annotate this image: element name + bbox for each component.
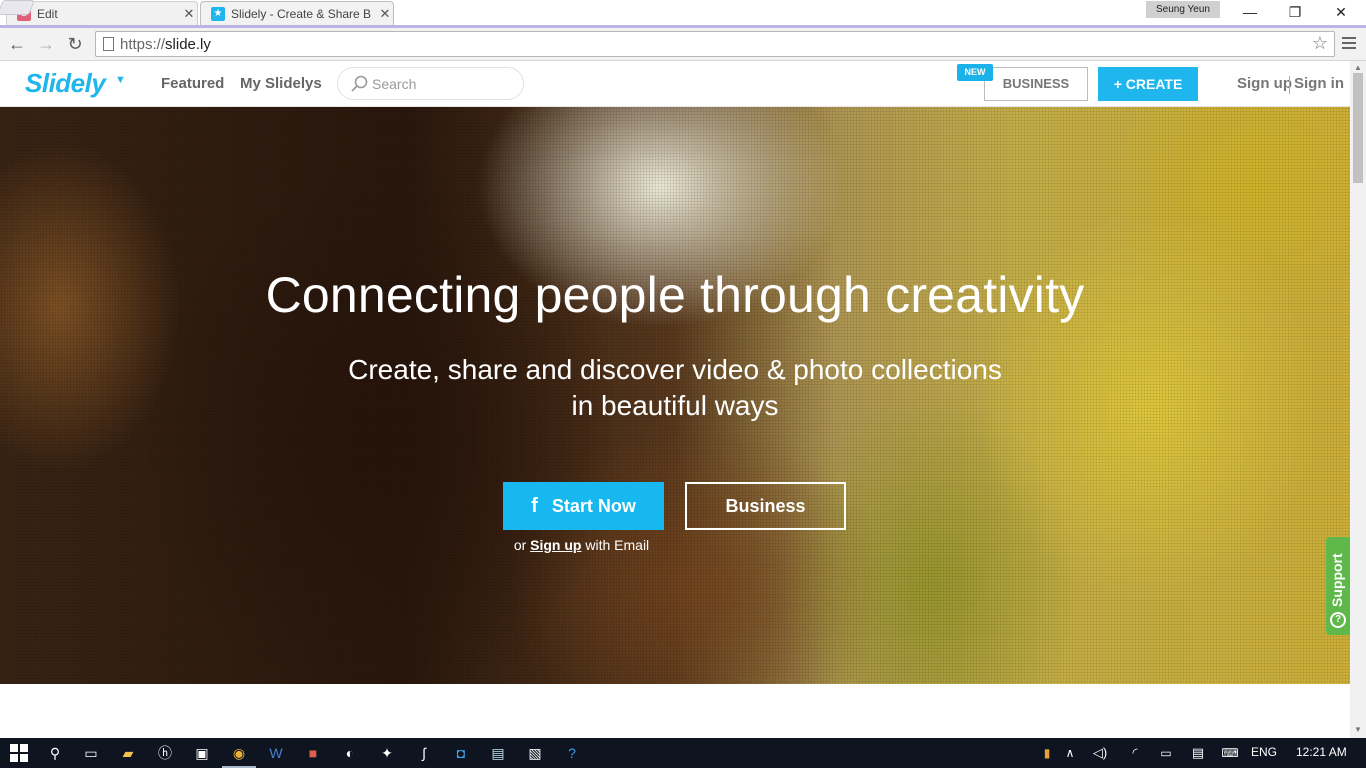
app-icon[interactable]: ∫: [413, 742, 435, 764]
email-signup-text: or Sign up with Email: [513, 537, 650, 553]
page-icon: [103, 37, 114, 51]
tab-close-icon[interactable]: ✕: [181, 6, 197, 22]
url-text: https://slide.ly: [120, 36, 211, 53]
page-scrollbar[interactable]: ▲ ▼: [1350, 61, 1366, 738]
business-button[interactable]: BUSINESS: [984, 67, 1088, 101]
site-header: Slidely ▼ Featured My Slidelys BUSINESS …: [0, 61, 1350, 107]
new-tab-button[interactable]: [0, 0, 35, 15]
chevron-down-icon[interactable]: ▼: [115, 74, 126, 86]
start-icon[interactable]: [8, 742, 30, 764]
task-view-icon[interactable]: ▭: [80, 742, 102, 764]
hero-subtitle: Create, share and discover video & photo…: [348, 354, 1002, 385]
wifi-icon[interactable]: ◜: [1124, 742, 1146, 764]
chrome-icon[interactable]: ◉: [222, 742, 256, 768]
hero-subtitle: in beautiful ways: [571, 390, 779, 421]
battery-icon[interactable]: ▭: [1155, 742, 1177, 764]
create-button[interactable]: + CREATE: [1098, 67, 1198, 101]
browser-title-bar: S Edit ✕ ★ Slidely - Create & Share B ✕ …: [0, 0, 1366, 25]
paint-icon[interactable]: ■: [302, 742, 324, 764]
chrome-menu-icon[interactable]: [1340, 34, 1358, 52]
slidely-logo[interactable]: Slidely: [25, 68, 106, 99]
tray-app-icon[interactable]: ▮: [1036, 742, 1058, 764]
restore-button[interactable]: ❐: [1272, 0, 1318, 24]
help-icon: ?: [1330, 612, 1346, 628]
scroll-thumb[interactable]: [1353, 73, 1363, 183]
nav-my-slidelys[interactable]: My Slidelys: [240, 75, 322, 92]
volume-icon[interactable]: ◁): [1089, 742, 1111, 764]
email-sign-up-link[interactable]: Sign up: [530, 537, 581, 553]
new-badge: NEW: [957, 64, 993, 81]
tab-title: Edit: [37, 6, 58, 21]
file-explorer-icon[interactable]: ▰: [117, 742, 139, 764]
start-now-label: Start Now: [551, 495, 636, 516]
scroll-up-icon[interactable]: ▲: [1354, 63, 1362, 72]
minimize-button[interactable]: —: [1227, 0, 1273, 24]
keyboard-icon[interactable]: ⌨: [1219, 742, 1241, 764]
sign-up-link[interactable]: Sign up: [1237, 75, 1292, 92]
sign-in-link[interactable]: Sign in: [1294, 75, 1344, 92]
app-icon[interactable]: ◐: [339, 742, 361, 764]
business-hero-button[interactable]: Business: [685, 482, 846, 530]
forward-button[interactable]: →: [34, 32, 58, 56]
back-button[interactable]: ←: [5, 32, 29, 56]
chevron-up-icon[interactable]: ∧: [1059, 742, 1081, 764]
support-tab[interactable]: Support ?: [1326, 537, 1350, 635]
search-icon: [351, 75, 368, 92]
reload-button[interactable]: ↻: [63, 32, 87, 56]
tab-title: Slidely - Create & Share B: [231, 6, 372, 21]
slidely-page: Slidely ▼ Featured My Slidelys BUSINESS …: [0, 61, 1350, 738]
bookmark-star-icon[interactable]: ☆: [1312, 33, 1328, 54]
notepad-icon[interactable]: ▤: [487, 742, 509, 764]
hp-icon[interactable]: ⓗ: [154, 742, 176, 764]
tab-edit[interactable]: S Edit ✕: [6, 1, 198, 25]
tab-close-icon[interactable]: ✕: [377, 6, 393, 22]
clock[interactable]: 12:21 AM: [1296, 745, 1347, 759]
facebook-icon: f: [531, 494, 538, 517]
start-now-button[interactable]: f Start Now: [503, 482, 664, 530]
profile-button[interactable]: Seung Yeun: [1146, 1, 1220, 18]
word-icon[interactable]: W: [265, 742, 287, 764]
store-icon[interactable]: ▣: [191, 742, 213, 764]
browser-toolbar: ← → ↻ https://slide.ly ☆: [0, 25, 1366, 61]
tab-favicon-icon: ★: [211, 6, 225, 21]
windows-taskbar: ⚲ ▭ ▰ ⓗ ▣ ◉ W ■ ◐ ✦ ∫ ◘ ▤ ▧ ? ▮ ∧ ◁) ◜ ▭…: [0, 738, 1366, 768]
notifications-icon[interactable]: ▤: [1187, 742, 1209, 764]
photos-icon[interactable]: ▧: [524, 742, 546, 764]
nav-featured[interactable]: Featured: [161, 75, 224, 92]
app-icon[interactable]: ◘: [450, 742, 472, 764]
help-icon[interactable]: ?: [561, 742, 583, 764]
search-input[interactable]: [372, 75, 512, 93]
app-icon[interactable]: ✦: [376, 742, 398, 764]
divider: [1289, 76, 1290, 94]
language-indicator[interactable]: ENG: [1251, 745, 1277, 759]
scroll-down-icon[interactable]: ▼: [1354, 725, 1362, 734]
support-label: Support: [1329, 553, 1345, 607]
hero-title: Connecting people through creativity: [265, 267, 1085, 323]
hero-section: Connecting people through creativity Cre…: [0, 107, 1350, 684]
search-icon[interactable]: ⚲: [44, 742, 66, 764]
address-bar[interactable]: https://slide.ly ☆: [95, 31, 1335, 57]
search-box[interactable]: [337, 67, 524, 100]
tab-slidely[interactable]: ★ Slidely - Create & Share B ✕: [200, 1, 394, 25]
close-window-button[interactable]: ✕: [1318, 0, 1364, 24]
